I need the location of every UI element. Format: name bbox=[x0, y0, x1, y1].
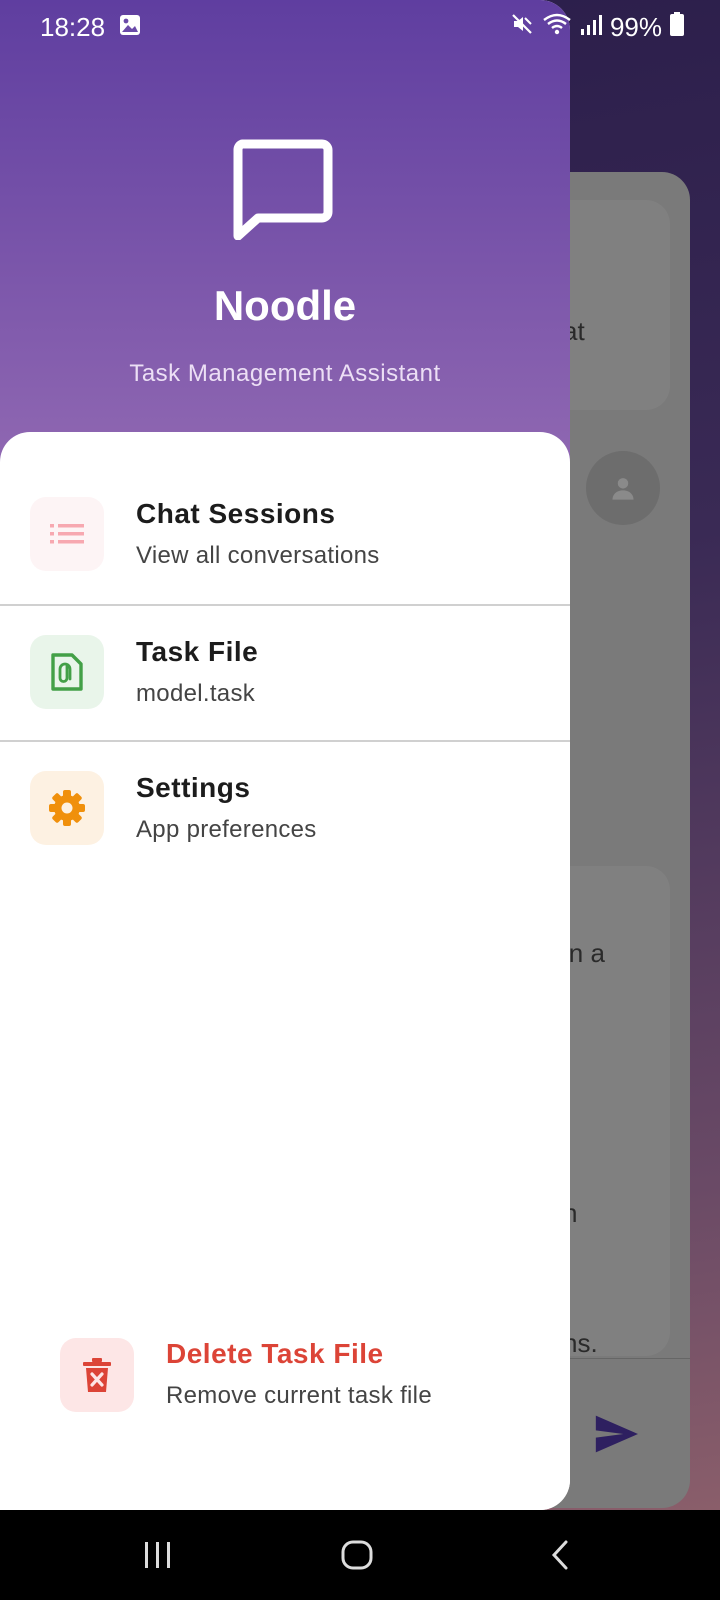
menu-item-subtitle: View all conversations bbox=[136, 542, 380, 569]
navigation-drawer: Noodle Task Management Assistant Chat Se… bbox=[0, 0, 570, 1510]
recents-button[interactable] bbox=[142, 1538, 174, 1577]
status-time: 18:28 bbox=[40, 11, 106, 42]
wifi-icon bbox=[542, 12, 572, 43]
menu-item-title: Task File bbox=[136, 636, 259, 667]
file-icon bbox=[30, 635, 104, 709]
delete-icon bbox=[60, 1338, 134, 1412]
app-subtitle: Task Management Assistant bbox=[129, 360, 441, 387]
system-nav-bar bbox=[0, 1510, 720, 1600]
menu-item-subtitle: model.task bbox=[136, 680, 256, 707]
drawer-header: Noodle Task Management Assistant bbox=[0, 0, 570, 470]
image-icon bbox=[119, 12, 141, 43]
battery-icon bbox=[670, 11, 684, 43]
status-bar: 18:28 99% bbox=[0, 0, 720, 54]
menu-item-settings[interactable]: Settings App preferences bbox=[0, 740, 570, 876]
avatar-icon bbox=[586, 451, 660, 525]
delete-task-file-subtitle: Remove current task file bbox=[166, 1382, 432, 1409]
menu-item-chat-sessions[interactable]: Chat Sessions View all conversations bbox=[0, 466, 570, 602]
menu-item-title: Settings bbox=[136, 772, 251, 803]
mute-icon bbox=[510, 12, 534, 43]
delete-task-file-button[interactable]: Delete Task File Remove current task fil… bbox=[60, 1338, 560, 1412]
menu-item-task-file[interactable]: Task File model.task bbox=[0, 604, 570, 740]
chat-bubble-icon bbox=[232, 136, 336, 245]
menu-item-subtitle: App preferences bbox=[136, 816, 317, 843]
send-icon[interactable] bbox=[594, 1415, 638, 1458]
menu-item-title: Chat Sessions bbox=[136, 498, 336, 529]
signal-icon bbox=[580, 12, 602, 43]
battery-text: 99% bbox=[609, 11, 662, 42]
list-icon bbox=[30, 497, 104, 571]
delete-task-file-title: Delete Task File bbox=[166, 1338, 384, 1369]
app-name: Noodle bbox=[213, 282, 357, 329]
home-button[interactable] bbox=[340, 1538, 374, 1577]
background-divider bbox=[560, 1358, 690, 1359]
back-button[interactable] bbox=[548, 1538, 572, 1577]
gear-icon bbox=[30, 771, 104, 845]
